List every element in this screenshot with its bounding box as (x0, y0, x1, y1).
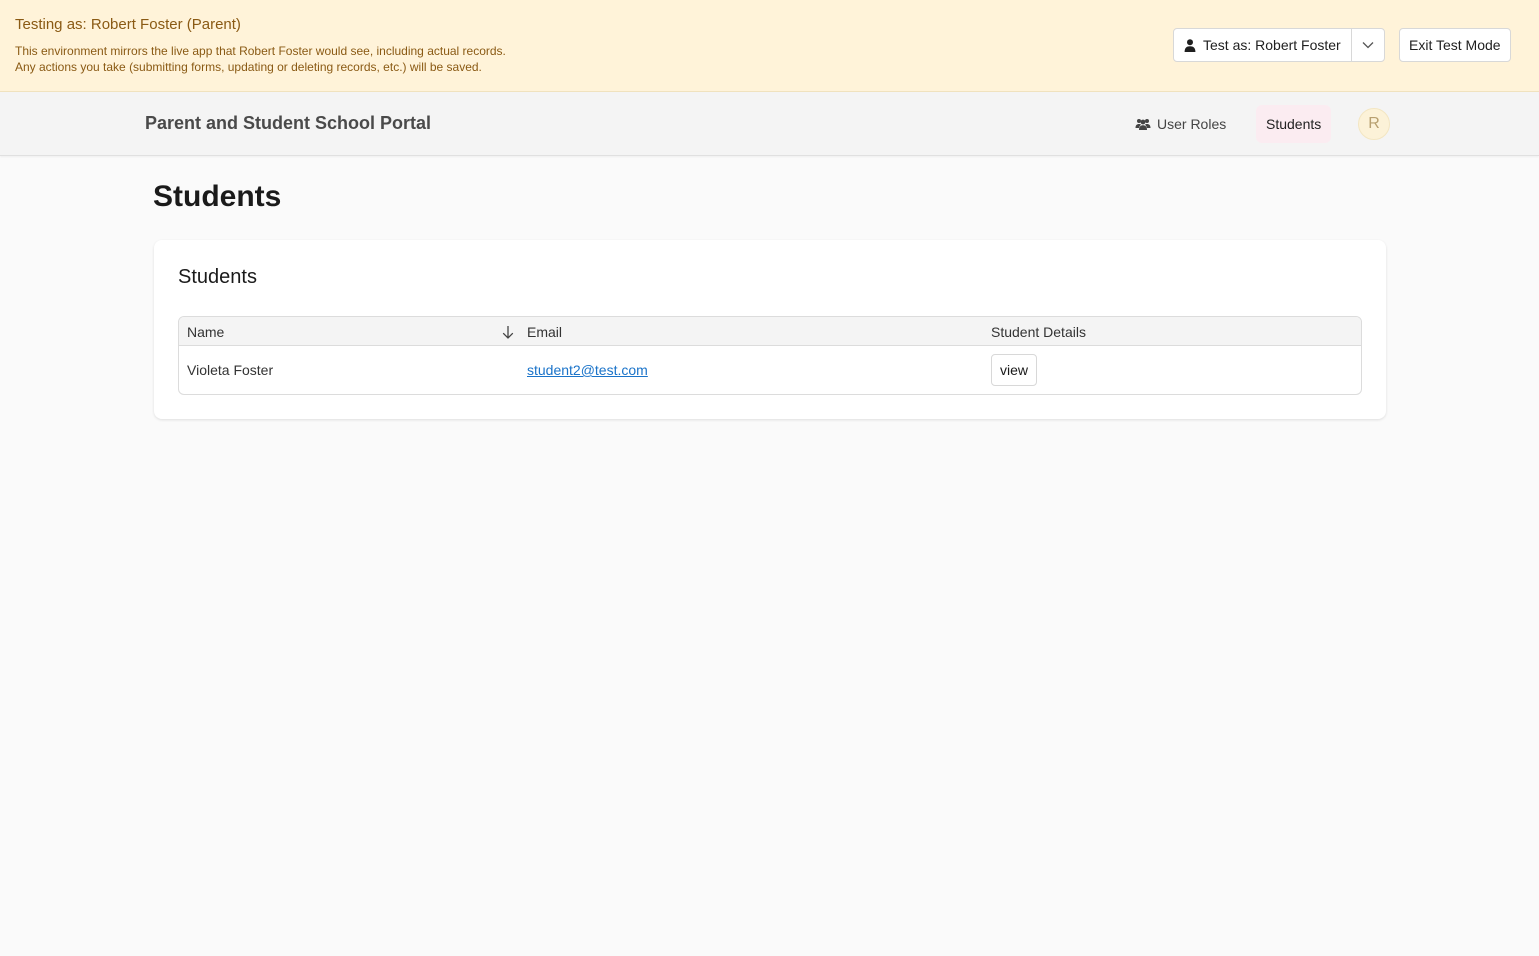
app-title[interactable]: Parent and Student School Portal (145, 113, 431, 134)
table-header: Name Email Student Details (179, 317, 1361, 346)
cell-email: student2@test.com (527, 346, 648, 394)
exit-test-mode-button[interactable]: Exit Test Mode (1399, 28, 1511, 62)
cell-name: Violeta Foster (187, 362, 274, 378)
column-header-name[interactable]: Name (187, 317, 522, 346)
banner-line-1: This environment mirrors the live app th… (15, 44, 506, 58)
test-as-button[interactable]: Test as: Robert Foster (1174, 29, 1351, 61)
cell-student-details: view (991, 346, 1038, 394)
nav-item-label: Students (1266, 116, 1322, 132)
user-icon (1184, 38, 1196, 52)
banner-title: Testing as: Robert Foster (Parent) (15, 16, 241, 33)
banner-line-2: Any actions you take (submitting forms, … (15, 60, 482, 74)
students-table: Name Email Student Details Violeta Foste… (178, 316, 1362, 395)
table-row: Violeta Foster student2@test.com view (179, 346, 1361, 394)
arrow-down-icon[interactable] (502, 325, 514, 339)
test-mode-banner: Testing as: Robert Foster (Parent) This … (0, 0, 1539, 92)
test-as-label: Test as: Robert Foster (1203, 37, 1341, 53)
card-title: Students (178, 266, 257, 288)
users-icon (1135, 119, 1151, 130)
email-link[interactable]: student2@test.com (527, 362, 648, 378)
avatar[interactable]: R (1358, 108, 1390, 140)
students-card: Students Name Email Student Details Viol… (154, 240, 1386, 419)
nav-item-students[interactable]: Students (1256, 105, 1332, 143)
nav-item-user-roles[interactable]: User Roles (1125, 104, 1236, 144)
test-as-dropdown-toggle[interactable] (1350, 29, 1384, 61)
column-header-student-details[interactable]: Student Details (991, 317, 1086, 346)
banner-description: This environment mirrors the live app th… (15, 43, 506, 75)
page-title: Students (153, 180, 282, 213)
column-header-email[interactable]: Email (527, 317, 562, 346)
test-as-selector: Test as: Robert Foster (1173, 28, 1385, 62)
app-header: Parent and Student School Portal User Ro… (0, 92, 1539, 156)
chevron-down-icon (1362, 42, 1374, 49)
nav-item-label: User Roles (1157, 116, 1227, 132)
view-button[interactable]: view (991, 354, 1038, 386)
